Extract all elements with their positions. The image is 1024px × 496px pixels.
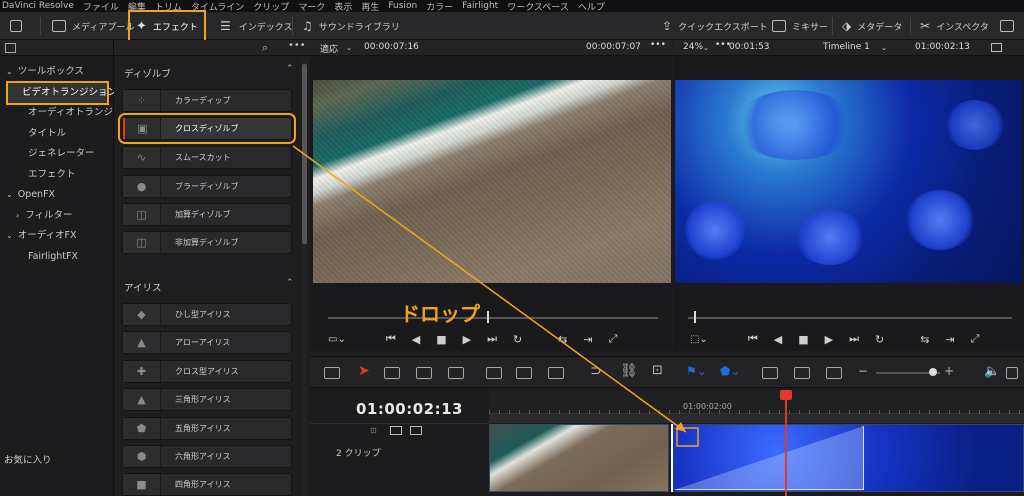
drop-annotation-label: ドロップ	[400, 302, 480, 326]
drag-arrow-line	[292, 145, 687, 433]
drop-target-box	[676, 427, 699, 447]
drag-annotation	[292, 145, 699, 447]
